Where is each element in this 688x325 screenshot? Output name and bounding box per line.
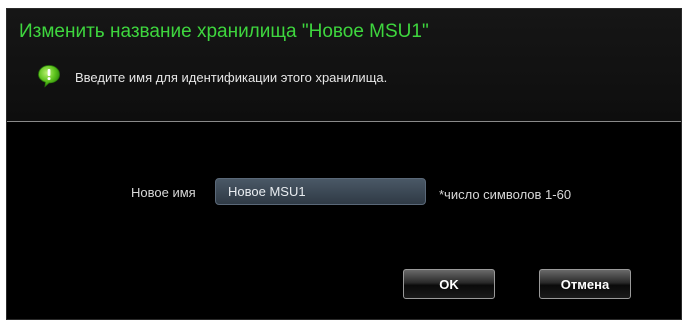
rename-storage-dialog: Изменить название хранилища "Новое MSU1"… [6, 8, 682, 320]
ok-button[interactable]: OK [403, 269, 495, 299]
info-bubble-icon [38, 65, 60, 88]
header-divider [7, 121, 681, 122]
dialog-hint: Введите имя для идентификации этого хран… [75, 70, 388, 85]
new-name-input[interactable] [215, 178, 426, 205]
char-limit-note: *число символов 1-60 [439, 187, 572, 202]
cancel-button[interactable]: Отмена [539, 269, 631, 299]
new-name-label: Новое имя [131, 185, 196, 200]
dialog-title: Изменить название хранилища "Новое MSU1" [19, 21, 429, 42]
dialog-header: Изменить название хранилища "Новое MSU1"… [7, 9, 681, 121]
